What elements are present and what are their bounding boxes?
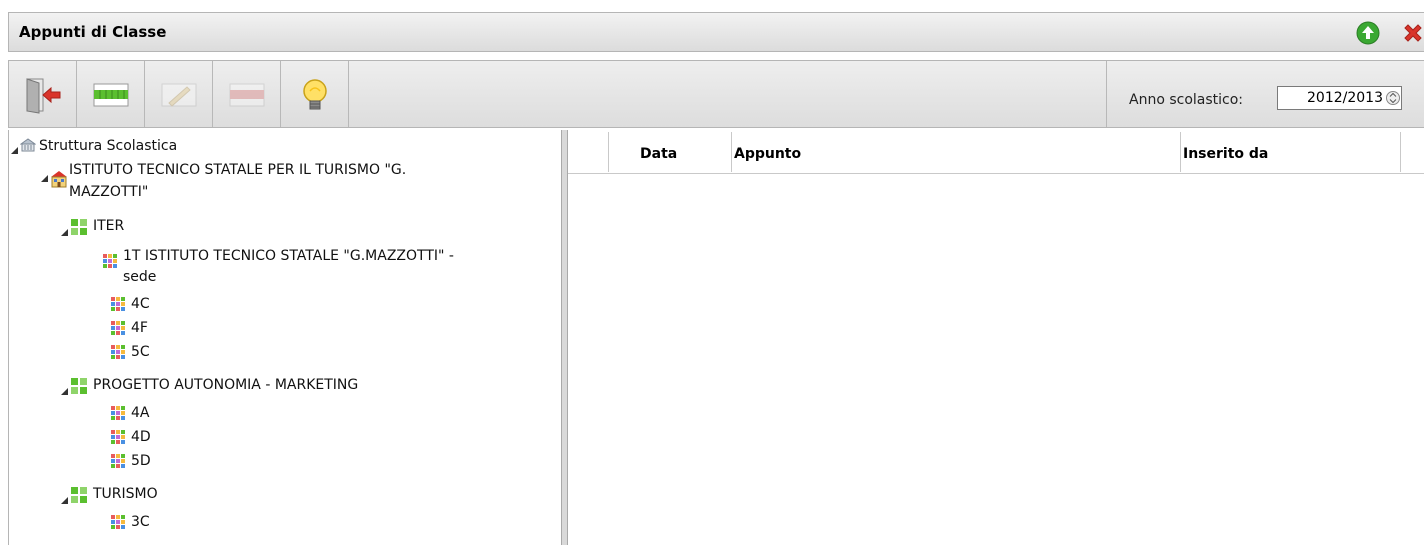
school-building-icon [20,138,36,152]
institute-label-line1[interactable]: ISTITUTO TECNICO STATALE PER IL TURISMO … [69,160,406,180]
tree-item-class-4c[interactable]: 4C [131,294,150,314]
toolbar-separator [1106,61,1107,127]
tree-item-class-5d[interactable]: 5D [131,451,151,471]
column-separator[interactable] [608,132,609,172]
school-structure-tree: Struttura Scolastica ISTITUTO TECNICO ST… [8,130,561,545]
edit-button[interactable] [145,61,213,127]
expand-marketing-toggle[interactable] [61,388,68,395]
tree-item-marketing[interactable]: PROGETTO AUTONOMIA - MARKETING [93,375,358,395]
tree-item-class-4d[interactable]: 4D [131,427,151,447]
expand-institute-toggle[interactable] [41,175,48,182]
tree-item-class-3c[interactable]: 3C [131,512,150,532]
remove-icon [229,83,265,107]
exit-button[interactable] [9,61,77,127]
remove-button[interactable] [213,61,281,127]
expand-root-toggle[interactable] [11,147,18,154]
tree-item-class-1t-line2[interactable]: sede [123,267,156,287]
class-icon [111,297,125,311]
exit-icon [26,78,61,114]
grid-view-button[interactable] [77,61,145,127]
window-title: Appunti di Classe [19,23,167,41]
go-up-icon[interactable] [1356,21,1380,45]
class-icon [111,321,125,335]
edit-icon [161,83,197,107]
column-header-inserito-da[interactable]: Inserito da [1183,146,1268,162]
class-icon [111,515,125,529]
class-icon [111,430,125,444]
tree-item-class-4f[interactable]: 4F [131,318,148,338]
close-icon[interactable] [1401,21,1424,45]
class-icon [111,406,125,420]
grid-view-icon [93,83,129,107]
column-separator[interactable] [1180,132,1181,172]
hint-button[interactable] [281,61,349,127]
tree-item-turismo[interactable]: TURISMO [93,484,158,504]
class-icon [111,454,125,468]
lightbulb-icon [303,79,327,110]
tree-item-class-1t-line1[interactable]: 1T ISTITUTO TECNICO STATALE "G.MAZZOTTI"… [123,246,454,266]
column-separator[interactable] [731,132,732,172]
tree-item-iter[interactable]: ITER [93,216,124,236]
grid-header: Data Appunto Inserito da [568,130,1424,174]
course-group-icon [71,487,87,503]
toolbar: Anno scolastico: 2012/2013 [8,60,1424,128]
column-header-data[interactable]: Data [640,146,677,162]
school-year-label: Anno scolastico: [1129,92,1244,108]
tree-item-class-4a[interactable]: 4A [131,403,149,423]
institute-icon [51,171,67,188]
course-group-icon [71,219,87,235]
expand-turismo-toggle[interactable] [61,497,68,504]
institute-label-line2[interactable]: MAZZOTTI" [69,182,148,202]
school-year-input[interactable]: 2012/2013 [1277,86,1402,110]
panel-splitter[interactable] [561,130,568,545]
class-icon [111,345,125,359]
notes-grid: Data Appunto Inserito da [568,130,1424,545]
expand-iter-toggle[interactable] [61,229,68,236]
column-header-appunto[interactable]: Appunto [734,146,801,162]
column-separator[interactable] [1400,132,1401,172]
window-titlebar: Appunti di Classe [8,12,1424,52]
tree-root-label[interactable]: Struttura Scolastica [39,136,177,156]
course-group-icon [71,378,87,394]
class-icon [103,254,117,268]
school-year-spinner[interactable] [1386,88,1400,108]
tree-item-class-5c[interactable]: 5C [131,342,150,362]
